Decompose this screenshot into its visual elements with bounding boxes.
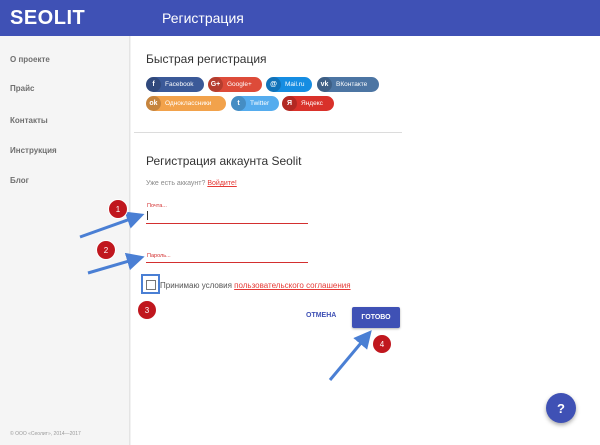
step-badge-3: 3 <box>137 300 157 320</box>
mailru-button[interactable]: @ Mail.ru <box>266 77 312 92</box>
help-button[interactable]: ? <box>546 393 576 423</box>
sidebar-footer: © ООО «Сеолит», 2014—2017 <box>10 431 81 437</box>
odnoklassniki-icon: ok <box>146 96 161 111</box>
yandex-label: Яндекс <box>301 100 323 107</box>
login-hint: Уже есть аккаунт? Войдите! <box>146 180 237 187</box>
step-badge-4: 4 <box>372 334 392 354</box>
account-registration-title: Регистрация аккаунта Seolit <box>146 154 302 168</box>
text-cursor <box>147 211 148 220</box>
sidebar-item-contacts[interactable]: Контакты <box>10 116 48 125</box>
google-plus-icon: G+ <box>208 77 223 92</box>
email-field[interactable] <box>146 209 308 224</box>
question-icon: ? <box>557 400 565 416</box>
google-plus-button[interactable]: G+ Google+ <box>208 77 262 92</box>
mailru-label: Mail.ru <box>285 81 305 88</box>
yandex-icon: Я <box>282 96 297 111</box>
twitter-label: Twitter <box>250 100 270 107</box>
at-icon: @ <box>266 77 281 92</box>
top-bar: SEOLIT Регистрация <box>0 0 600 36</box>
facebook-label: Facebook <box>165 81 194 88</box>
has-account-text: Уже есть аккаунт? <box>146 180 206 187</box>
odnoklassniki-button[interactable]: ok Одноклассники <box>146 96 226 111</box>
sidebar-item-blog[interactable]: Блог <box>10 176 29 185</box>
agree-label: Принимаю условия пользовательского согла… <box>160 281 351 290</box>
facebook-icon: f <box>146 77 161 92</box>
submit-button[interactable]: ГОТОВО <box>352 307 400 328</box>
odnoklassniki-label: Одноклассники <box>165 100 212 107</box>
cancel-button[interactable]: ОТМЕНА <box>306 312 336 319</box>
step-badge-2: 2 <box>96 240 116 260</box>
page-title: Регистрация <box>162 10 244 26</box>
checkbox-highlight <box>141 274 160 294</box>
login-link[interactable]: Войдите! <box>207 180 236 187</box>
vkontakte-label: ВКонтакте <box>336 81 368 88</box>
section-divider <box>134 132 402 133</box>
vkontakte-button[interactable]: vk ВКонтакте <box>317 77 379 92</box>
page: SEOLIT Регистрация О проекте Прайс Конта… <box>0 0 600 445</box>
password-field[interactable] <box>146 248 308 263</box>
facebook-button[interactable]: f Facebook <box>146 77 204 92</box>
yandex-button[interactable]: Я Яндекс <box>282 96 334 111</box>
sidebar-item-about[interactable]: О проекте <box>10 55 50 64</box>
sidebar-item-instructions[interactable]: Инструкция <box>10 146 57 155</box>
logo[interactable]: SEOLIT <box>10 7 85 30</box>
agree-text: Принимаю условия <box>160 281 232 290</box>
vk-icon: vk <box>317 77 332 92</box>
twitter-icon: t <box>231 96 246 111</box>
step-badge-1: 1 <box>108 199 128 219</box>
sidebar-item-price[interactable]: Прайс <box>10 84 34 93</box>
twitter-button[interactable]: t Twitter <box>231 96 279 111</box>
google-plus-label: Google+ <box>227 81 252 88</box>
user-agreement-link[interactable]: пользовательского соглашения <box>234 281 350 290</box>
quick-registration-title: Быстрая регистрация <box>146 52 267 66</box>
